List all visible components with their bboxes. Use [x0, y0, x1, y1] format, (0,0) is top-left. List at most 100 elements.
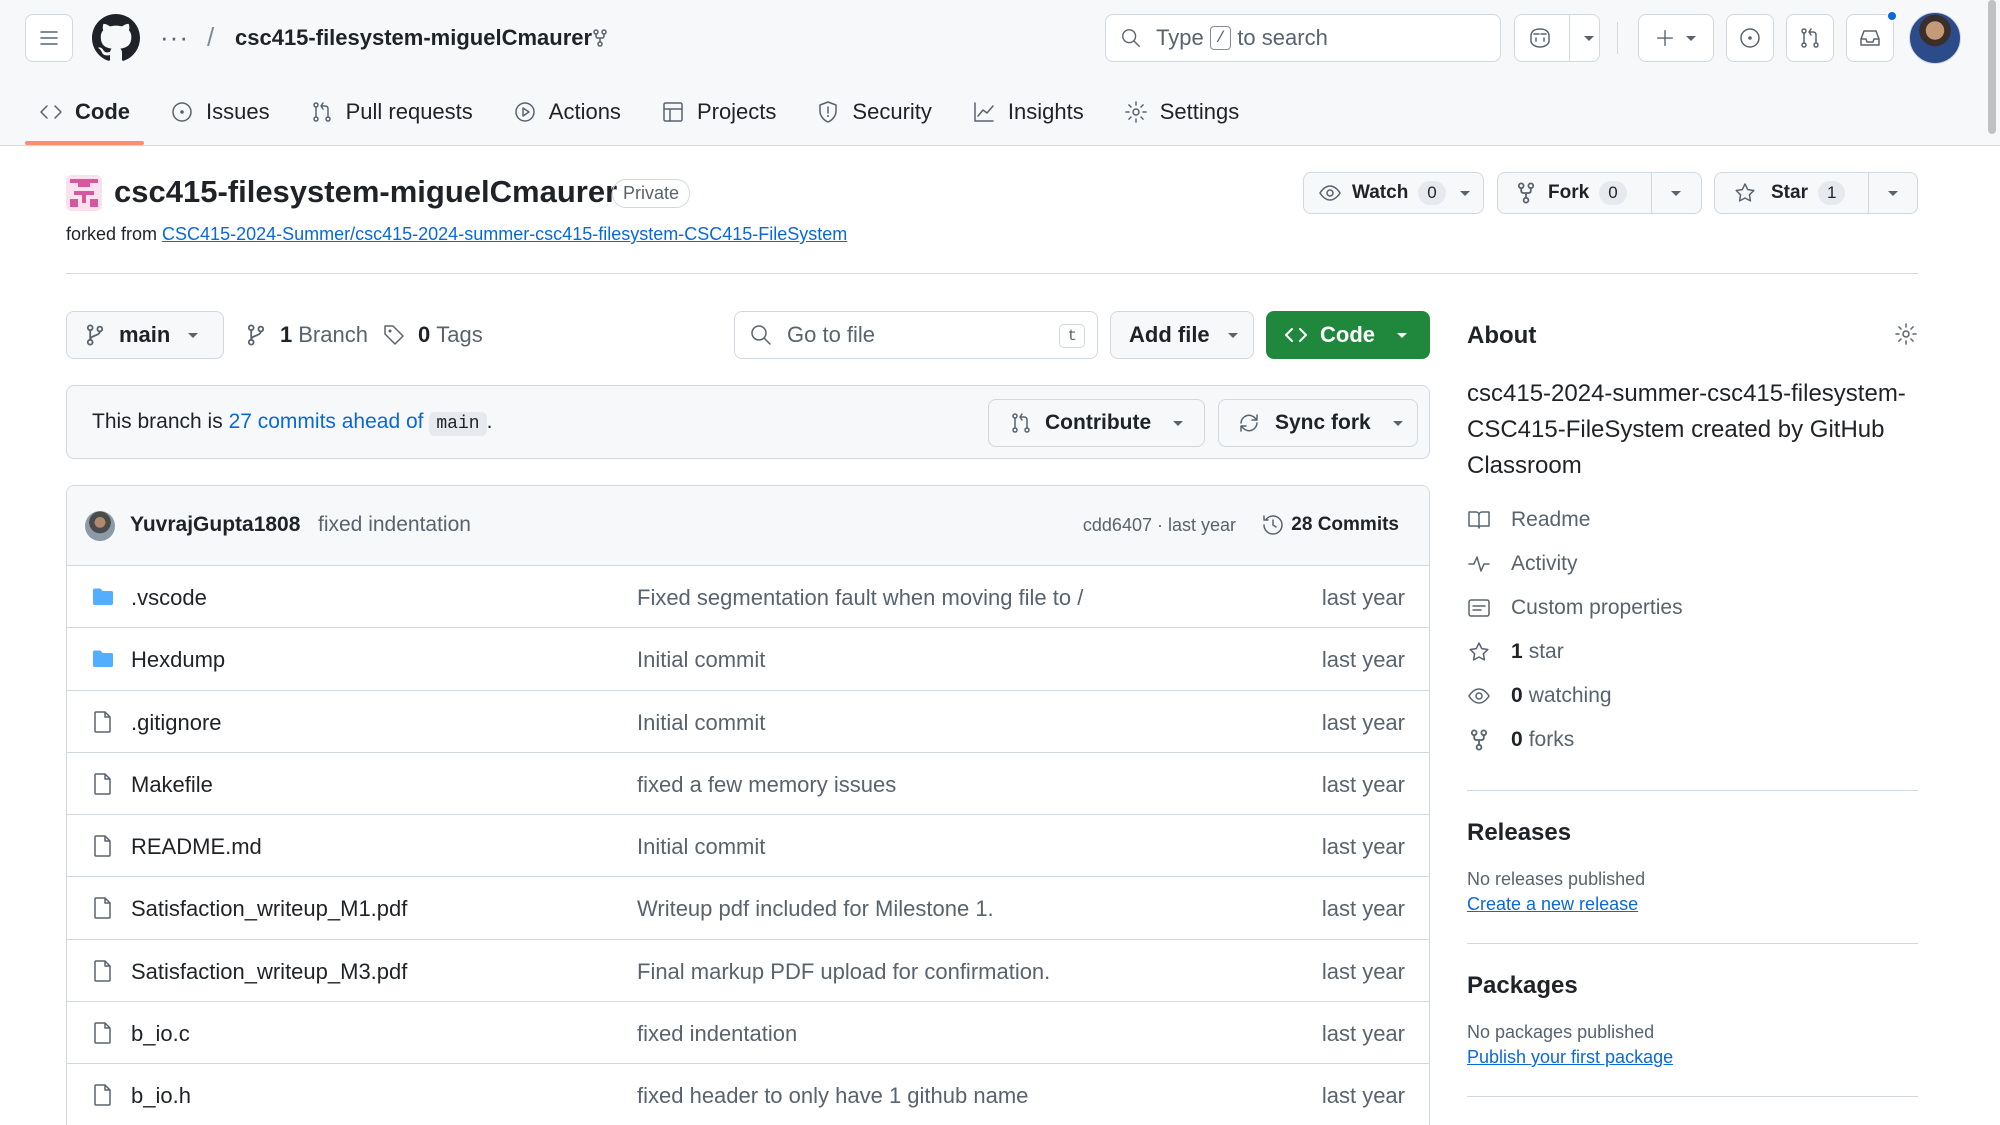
file-row[interactable]: .gitignore Initial commit last year — [67, 691, 1429, 753]
file-row[interactable]: Hexdump Initial commit last year — [67, 628, 1429, 691]
commit-sha-time[interactable]: cdd6407 · last year — [1083, 515, 1236, 536]
file-commit-message[interactable]: Fixed segmentation fault when moving fil… — [637, 585, 1083, 611]
commit-author-avatar[interactable] — [85, 511, 115, 541]
file-row[interactable]: .vscode Fixed segmentation fault when mo… — [67, 566, 1429, 629]
create-release-link[interactable]: Create a new release — [1467, 894, 1638, 914]
file-icon — [94, 1084, 111, 1107]
file-commit-message[interactable]: Initial commit — [637, 710, 765, 736]
tab-label: Projects — [696, 99, 777, 124]
gear-icon[interactable] — [1894, 322, 1918, 346]
copilot-button[interactable] — [1514, 14, 1600, 62]
search-suffix: to search — [1237, 25, 1328, 50]
chevron-down-icon — [1397, 333, 1407, 338]
file-name[interactable]: b_io.h — [131, 1083, 191, 1109]
github-logo-icon[interactable] — [92, 14, 140, 62]
issues-button[interactable] — [1726, 14, 1774, 62]
add-file-button[interactable]: Add file — [1110, 311, 1254, 359]
file-name[interactable]: .vscode — [131, 585, 207, 611]
file-icon — [94, 835, 111, 857]
file-row[interactable]: README.md Initial commit last year — [67, 815, 1429, 878]
branches-link[interactable]: 1 Branch — [246, 322, 368, 348]
repo-sidebar: About csc415-2024-summer-csc415-filesyst… — [1467, 300, 1918, 1097]
file-commit-message[interactable]: Final markup PDF upload for confirmation… — [637, 959, 1050, 985]
breadcrumb-repo-name[interactable]: csc415-filesystem-miguelCmaurer — [235, 25, 592, 51]
fork-icon — [1517, 182, 1535, 204]
file-name[interactable]: .gitignore — [131, 710, 222, 736]
file-name[interactable]: README.md — [131, 834, 262, 860]
file-row[interactable]: b_io.c fixed indentation last year — [67, 1002, 1429, 1065]
tab-insights[interactable]: Insights — [958, 86, 1098, 138]
star-icon — [1735, 183, 1755, 202]
sync-fork-button[interactable]: Sync fork — [1218, 399, 1418, 447]
header-divider — [1617, 22, 1618, 54]
code-dropdown-button[interactable]: Code — [1266, 311, 1430, 359]
file-commit-message[interactable]: fixed indentation — [637, 1021, 797, 1047]
file-commit-message[interactable]: Writeup pdf included for Milestone 1. — [637, 896, 994, 922]
file-name[interactable]: b_io.c — [131, 1021, 190, 1047]
file-commit-message[interactable]: fixed header to only have 1 github name — [637, 1083, 1028, 1109]
file-commit-message[interactable]: Initial commit — [637, 834, 765, 860]
watching-link[interactable]: 0 watching — [1467, 674, 1918, 718]
gear-icon — [1124, 101, 1147, 123]
tab-security[interactable]: Security — [802, 86, 945, 138]
commits-ahead-link[interactable]: 27 commits ahead of — [229, 410, 424, 433]
tab-projects[interactable]: Projects — [647, 86, 790, 138]
tags-link[interactable]: 0 Tags — [382, 322, 483, 348]
tab-actions[interactable]: Actions — [499, 86, 635, 138]
file-name[interactable]: Satisfaction_writeup_M3.pdf — [131, 959, 407, 985]
tab-issues[interactable]: Issues — [156, 86, 284, 138]
stars-link[interactable]: 1 star — [1467, 630, 1918, 674]
tab-settings[interactable]: Settings — [1110, 86, 1254, 138]
breadcrumb-overflow[interactable]: ··· — [160, 22, 189, 53]
commits-count: 28 Commits — [1291, 514, 1399, 535]
readme-link[interactable]: Readme — [1467, 498, 1918, 542]
chevron-down-icon — [1173, 421, 1184, 426]
commits-history-link[interactable]: 28 Commits — [1261, 513, 1399, 537]
file-commit-message[interactable]: Initial commit — [637, 647, 765, 673]
copilot-icon — [1530, 28, 1550, 48]
play-icon — [515, 102, 535, 122]
page-scrollbar[interactable] — [1988, 0, 1996, 134]
file-date: last year — [1321, 1021, 1405, 1047]
star-button[interactable]: Star 1 — [1714, 172, 1918, 214]
file-row[interactable]: Satisfaction_writeup_M3.pdf Final markup… — [67, 940, 1429, 1003]
contribute-button[interactable]: Contribute — [988, 399, 1205, 447]
watch-button[interactable]: Watch 0 — [1303, 172, 1484, 214]
file-date: last year — [1321, 709, 1405, 735]
watching-label: watching — [1528, 684, 1612, 707]
forked-from-link[interactable]: CSC415-2024-Summer/csc415-2024-summer-cs… — [162, 224, 847, 244]
menu-button[interactable] — [25, 14, 73, 62]
file-name[interactable]: Makefile — [131, 772, 213, 798]
commit-author[interactable]: YuvrajGupta1808 — [130, 513, 300, 537]
chevron-down-icon — [1227, 333, 1238, 338]
file-name[interactable]: Satisfaction_writeup_M1.pdf — [131, 896, 407, 922]
file-name[interactable]: Hexdump — [131, 647, 225, 673]
packages-heading[interactable]: Packages — [1467, 972, 1918, 1000]
file-row[interactable]: Makefile fixed a few memory issues last … — [67, 753, 1429, 816]
pull-requests-button[interactable] — [1786, 14, 1834, 62]
branch-selector[interactable]: main — [66, 311, 224, 359]
forks-label: forks — [1528, 728, 1575, 751]
file-commit-message[interactable]: fixed a few memory issues — [637, 772, 896, 798]
ahead-prefix: This branch is — [92, 410, 223, 433]
fork-button[interactable]: Fork 0 — [1497, 172, 1702, 214]
search-icon — [1122, 29, 1140, 47]
tab-label: Actions — [548, 99, 621, 124]
create-new-button[interactable] — [1638, 14, 1714, 62]
file-row[interactable]: Satisfaction_writeup_M1.pdf Writeup pdf … — [67, 877, 1429, 940]
commit-message[interactable]: fixed indentation — [318, 513, 471, 537]
repo-title[interactable]: csc415-filesystem-miguelCmaurer — [114, 174, 617, 210]
tab-code[interactable]: Code — [25, 86, 144, 145]
custom-properties-link[interactable]: Custom properties — [1467, 586, 1918, 630]
user-avatar[interactable] — [1909, 12, 1961, 64]
go-to-file-input[interactable]: Go to file t — [734, 311, 1098, 359]
releases-heading[interactable]: Releases — [1467, 819, 1918, 847]
tab-pull-requests[interactable]: Pull requests — [296, 86, 487, 138]
search-prefix: Type — [1156, 25, 1204, 50]
activity-link[interactable]: Activity — [1467, 542, 1918, 586]
file-row[interactable]: b_io.h fixed header to only have 1 githu… — [67, 1064, 1429, 1125]
global-search-input[interactable]: Type / to search — [1105, 14, 1501, 62]
publish-package-link[interactable]: Publish your first package — [1467, 1047, 1673, 1067]
forks-link[interactable]: 0 forks — [1467, 718, 1918, 762]
inbox-button[interactable] — [1846, 14, 1894, 62]
